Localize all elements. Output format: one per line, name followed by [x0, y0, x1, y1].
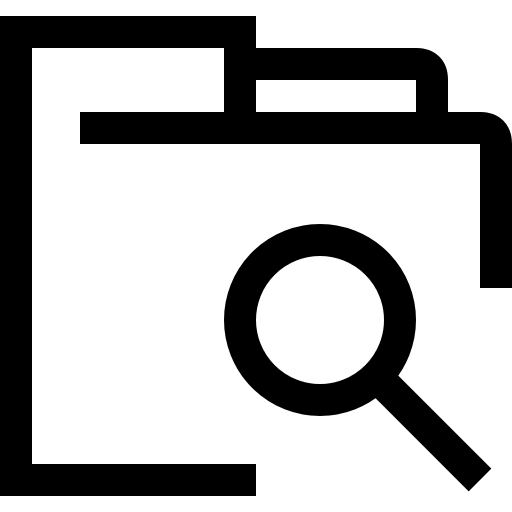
icon-canvas [0, 0, 512, 512]
magnifier-handle [366, 366, 492, 492]
folder-search-icon [0, 16, 512, 496]
magnifier-lens [224, 224, 416, 416]
folder-outline [0, 16, 256, 496]
